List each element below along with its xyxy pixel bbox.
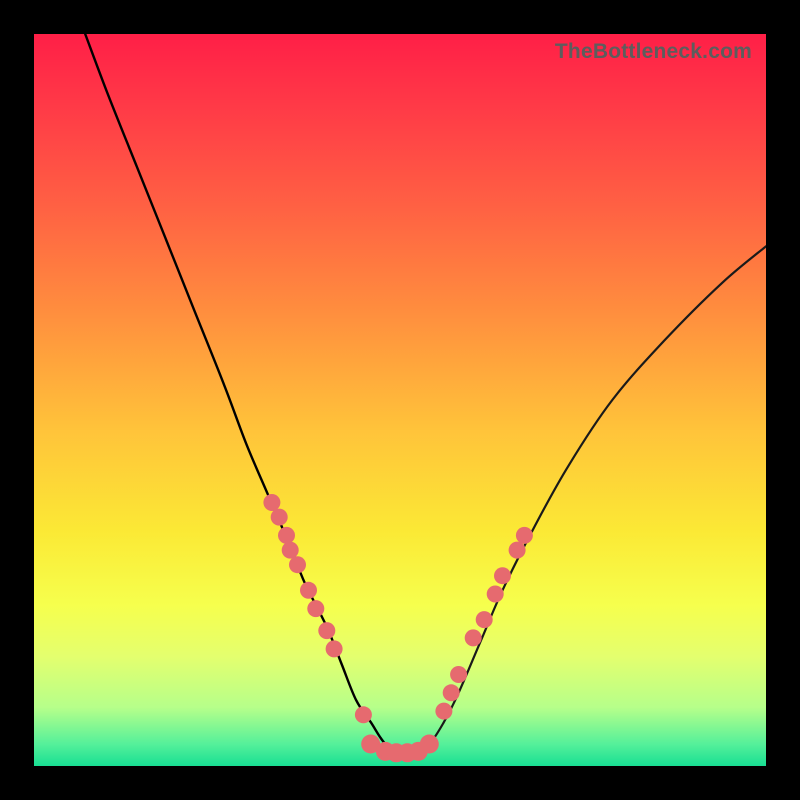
data-dot [307,600,324,617]
data-dot [509,542,526,559]
data-dot [282,542,299,559]
data-dot [465,629,482,646]
data-dot [326,640,343,657]
data-dot [289,556,306,573]
data-dot [355,706,372,723]
data-dot [443,684,460,701]
data-dot [494,567,511,584]
data-dot [450,666,467,683]
curve-path-right [385,246,766,752]
data-dot [516,527,533,544]
dots-left [263,494,372,723]
plot-area: TheBottleneck.com [34,34,766,766]
data-dot [271,509,288,526]
data-dot [435,703,452,720]
data-dot [476,611,493,628]
chart-svg [34,34,766,766]
dots-right [435,527,533,720]
data-dot [318,622,335,639]
dots-bottom [361,735,439,763]
chart-frame: TheBottleneck.com [0,0,800,800]
data-dot [278,527,295,544]
data-dot [300,582,317,599]
data-dot [420,735,439,754]
data-dot [487,586,504,603]
curve-path-left [85,34,414,752]
data-dot [263,494,280,511]
